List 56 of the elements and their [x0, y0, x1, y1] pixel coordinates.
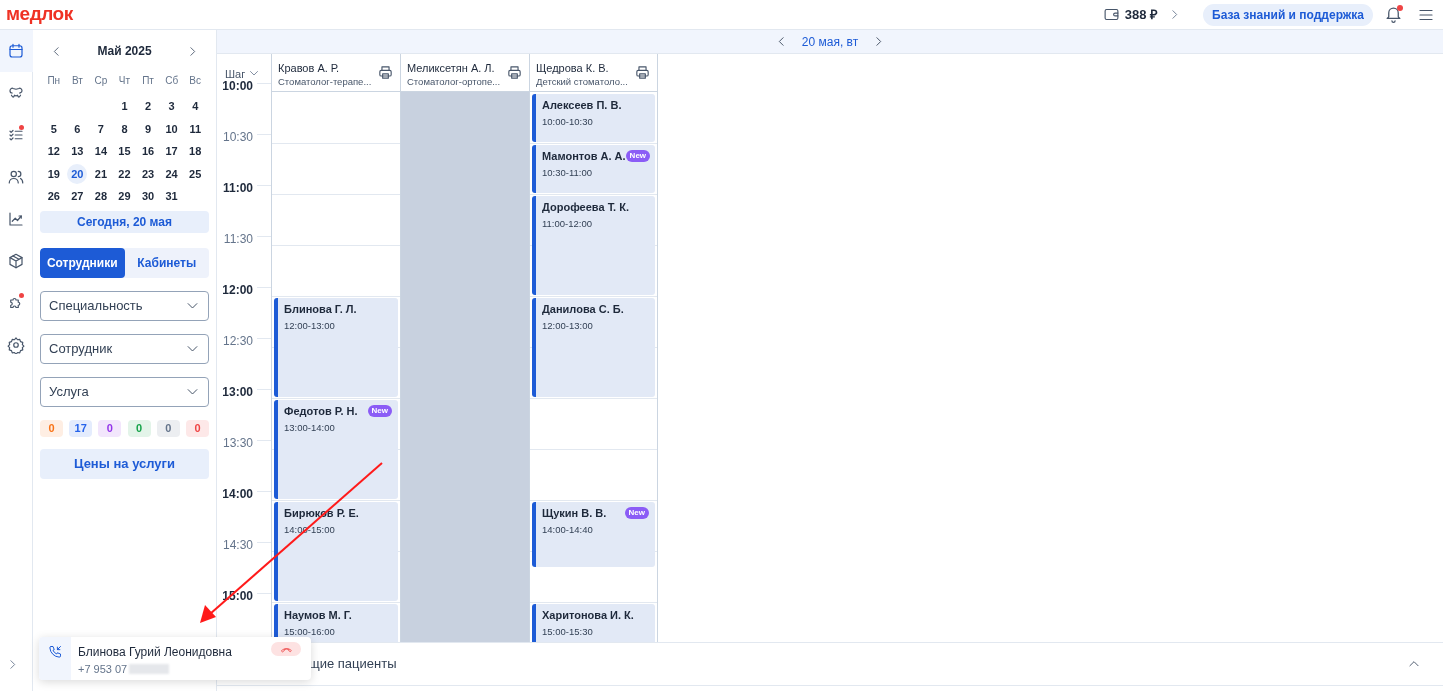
patient-name: Харитонова И. К. [542, 608, 634, 623]
appointment-time: 15:00-15:30 [542, 624, 594, 639]
employee-role: Детский стоматоло... [536, 75, 629, 88]
time-label: 12:30 [222, 332, 253, 350]
status-counter: 0 [98, 419, 122, 437]
new-badge: New [624, 507, 649, 520]
employee-name: Щедрова К. В. [536, 61, 610, 75]
weekday-label: Пт [142, 73, 154, 88]
patient-name: Данилова С. Б. [542, 302, 624, 317]
patient-name: Мамонтов А. А. [542, 149, 626, 164]
appointment-time: 13:00-14:00 [284, 420, 336, 435]
dropdown-placeholder: Специальность [49, 297, 144, 316]
employee-role: Стоматолог-терапе... [278, 75, 373, 88]
time-label: 11:30 [223, 230, 253, 248]
appointment-time: 12:00-13:00 [284, 318, 336, 333]
time-label: 11:00 [222, 179, 253, 197]
employee-role: Стоматолог-ортопе... [407, 75, 502, 88]
dropdown-placeholder: Сотрудник [49, 340, 114, 359]
status-counter: 17 [69, 419, 93, 437]
time-label: 12:00 [222, 281, 253, 299]
status-counter: 0 [127, 419, 151, 437]
appointment-time: 12:00-13:00 [542, 318, 594, 333]
status-counter: 0 [156, 419, 180, 437]
step-label: Шаг [225, 67, 246, 81]
patient-name: Дорофеева Т. К. [542, 200, 629, 215]
appointment-time: 10:30-11:00 [542, 165, 593, 180]
time-label: 14:30 [222, 536, 253, 554]
patient-name: Щукин В. В. [542, 506, 607, 521]
patient-name: Алексеев П. В. [542, 98, 622, 113]
month-title: Май 2025 [97, 43, 152, 60]
weekday-label: Сб [165, 73, 179, 88]
appointment-time: 14:00-14:40 [542, 522, 594, 537]
new-badge: New [625, 150, 651, 163]
weekday-label: Пн [47, 73, 61, 88]
new-badge: New [367, 405, 392, 418]
time-label: 10:00 [222, 78, 253, 95]
time-label: 13:30 [222, 434, 253, 452]
caller-phone: +7 953 07 [78, 662, 128, 677]
time-label: 14:00 [222, 485, 253, 503]
time-label: 10:30 [222, 128, 253, 146]
time-label: 13:00 [222, 383, 253, 401]
patient-name: Федотов Р. Н. [284, 404, 358, 419]
appointment-time: 15:00-16:00 [284, 624, 336, 639]
status-counter: 0 [185, 419, 209, 437]
weekday-label: Вт [71, 73, 83, 88]
patient-name: Наумов М. Г. [284, 608, 352, 623]
patient-name: Блинова Г. Л. [284, 302, 357, 317]
dropdown-placeholder: Услуга [49, 383, 90, 402]
employee-name: Кравов А. Р. [278, 61, 341, 75]
status-counter: 0 [40, 419, 63, 437]
appointment-time: 10:00-10:30 [542, 114, 594, 129]
appointment-time: 11:00-12:00 [542, 216, 593, 231]
weekday-label: Чт [118, 73, 131, 88]
weekday-label: Вс [189, 73, 202, 88]
weekday-label: Ср [94, 73, 108, 88]
employee-name: Меликсетян А. Л. [407, 61, 496, 75]
